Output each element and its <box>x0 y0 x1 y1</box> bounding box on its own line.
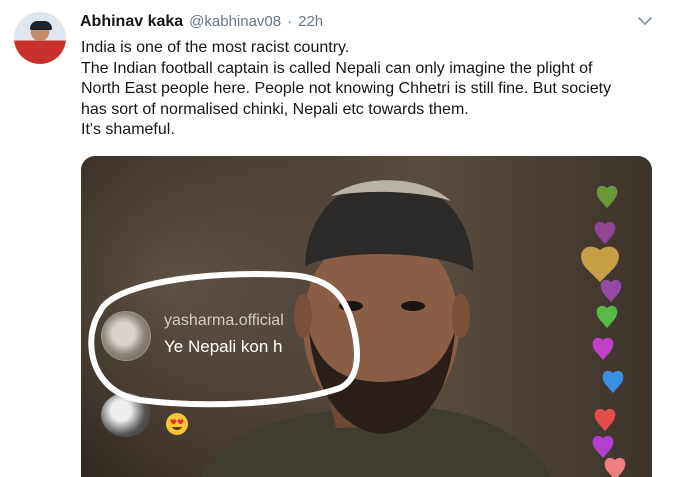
author-handle[interactable]: @kabhinav08 <box>189 13 281 30</box>
tweet: Abhinav kaka @kabhinav08 · 22h India is … <box>0 0 673 477</box>
tweet-text-line: has sort of normalised chinki, Nepali et… <box>81 100 469 118</box>
second-commenter-avatar <box>101 393 151 437</box>
tweet-text-line: It's shameful. <box>81 121 175 138</box>
commenter-avatar <box>101 311 151 361</box>
chevron-down-icon[interactable] <box>636 14 654 28</box>
tweet-header: Abhinav kaka @kabhinav08 · 22h <box>80 13 323 35</box>
comment-text: Ye Nepali kon h <box>164 337 283 356</box>
heart-eyes-emoji-icon <box>166 413 188 435</box>
tweet-text-line: The Indian football captain is called Ne… <box>81 59 593 77</box>
tweet-text-line: India is one of the most racist country. <box>81 39 350 56</box>
tweet-text-line: North East people here. People not knowi… <box>81 80 612 97</box>
tweet-timestamp[interactable]: 22h <box>298 13 323 30</box>
tweet-text: India is one of the most racist country.… <box>81 38 641 141</box>
author-avatar[interactable] <box>14 12 66 64</box>
header-separator: · <box>287 13 293 30</box>
author-name[interactable]: Abhinav kaka <box>80 13 183 31</box>
commenter-username: yasharma.official <box>164 312 284 329</box>
